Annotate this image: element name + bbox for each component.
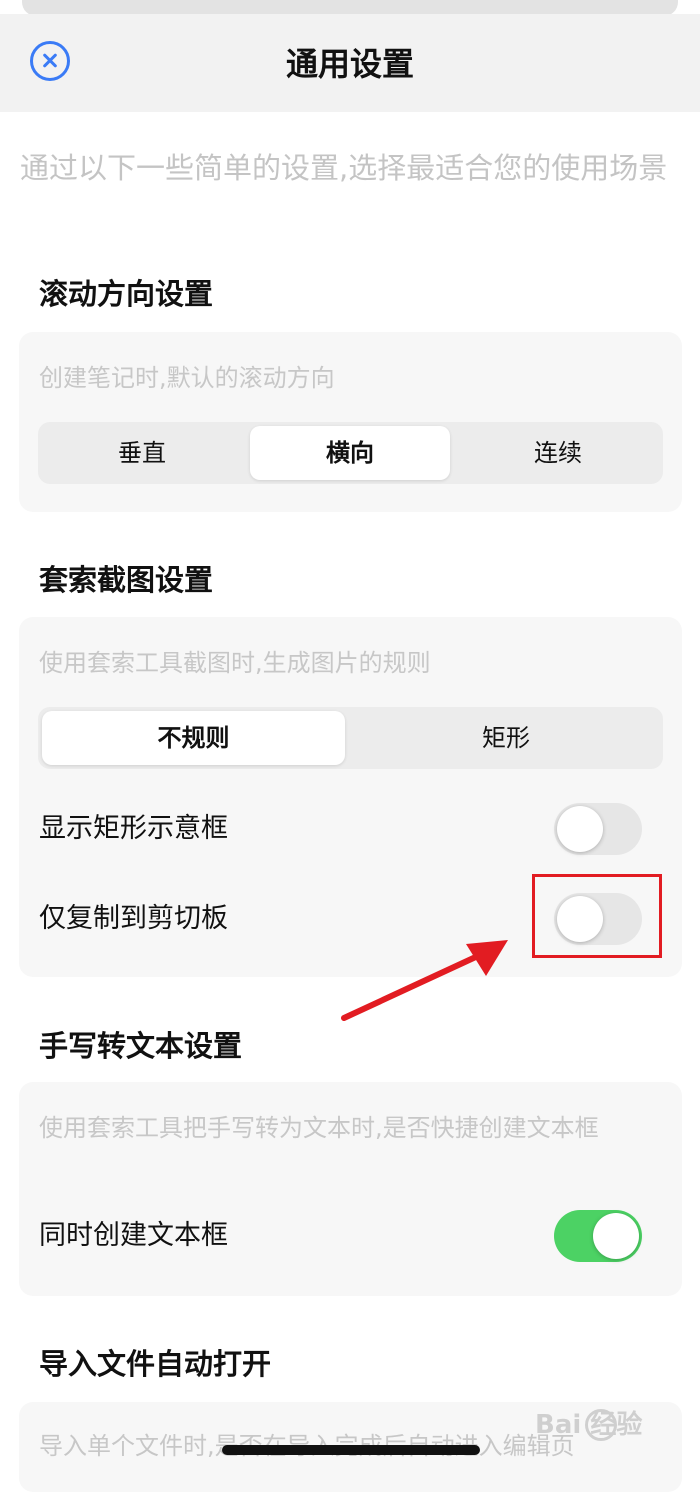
segment-vertical[interactable]: 垂直	[42, 426, 242, 480]
intro-text: 通过以下一些简单的设置,选择最适合您的使用场景	[20, 151, 668, 185]
scroll-direction-desc: 创建笔记时,默认的滚动方向	[39, 364, 335, 392]
lasso-settings-desc: 使用套索工具截图时,生成图片的规则	[39, 649, 431, 677]
segment-irregular[interactable]: 不规则	[42, 711, 345, 765]
watermark: Bai 经验	[535, 1395, 700, 1455]
lasso-shape-segmented: 不规则 矩形	[38, 707, 663, 769]
handwriting-section-title: 手写转文本设置	[39, 1029, 243, 1063]
segment-horizontal[interactable]: 横向	[250, 426, 450, 480]
toggle-knob	[557, 806, 603, 852]
segment-continuous[interactable]: 连续	[458, 426, 658, 480]
nav-header: 通用设置	[0, 14, 700, 112]
lasso-section-title: 套索截图设置	[39, 563, 214, 597]
paw-icon	[585, 1409, 617, 1441]
toggle-knob	[593, 1213, 639, 1259]
segment-rectangle[interactable]: 矩形	[353, 711, 659, 765]
show-rect-label: 显示矩形示意框	[39, 813, 228, 844]
import-section-title: 导入文件自动打开	[39, 1347, 272, 1381]
show-rect-toggle[interactable]	[554, 803, 642, 855]
scroll-section-title: 滚动方向设置	[39, 277, 214, 311]
page-title: 通用设置	[285, 45, 414, 83]
handwriting-desc: 使用套索工具把手写转为文本时,是否快捷创建文本框	[39, 1114, 599, 1142]
scroll-direction-segmented: 垂直 横向 连续	[38, 422, 663, 484]
handwriting-card: 使用套索工具把手写转为文本时,是否快捷创建文本框 同时创建文本框	[19, 1082, 682, 1296]
create-textbox-toggle[interactable]	[554, 1210, 642, 1262]
highlight-box	[532, 874, 662, 958]
create-textbox-label: 同时创建文本框	[39, 1220, 228, 1251]
copy-clipboard-label: 仅复制到剪切板	[39, 903, 228, 934]
scroll-direction-card: 创建笔记时,默认的滚动方向 垂直 横向 连续	[19, 332, 682, 512]
home-indicator	[222, 1445, 480, 1455]
